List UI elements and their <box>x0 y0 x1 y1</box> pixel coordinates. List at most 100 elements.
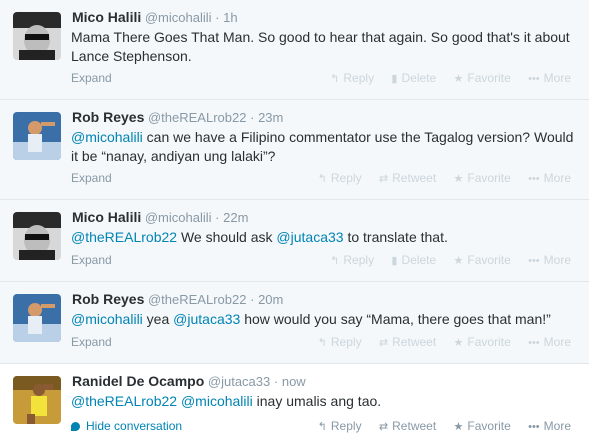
more-action[interactable]: ••• More <box>528 419 571 433</box>
tweet-actions: ↰ Reply ⇄ Retweet ★ Favorite ••• More <box>304 335 571 349</box>
author-username[interactable]: @micohalili <box>145 10 212 25</box>
retweet-icon: ⇄ <box>378 421 389 433</box>
retweet-icon: ⇄ <box>378 173 389 185</box>
tweet-header: Mico Halili @micohalili · 22m <box>72 209 248 225</box>
favorite-action[interactable]: ★ Favorite <box>454 419 511 433</box>
author-name[interactable]: Rob Reyes <box>72 109 144 125</box>
author-username[interactable]: @micohalili <box>145 210 212 225</box>
reply-icon: ↰ <box>317 421 327 433</box>
author-name[interactable]: Ranidel De Ocampo <box>72 373 204 389</box>
mention-link[interactable]: @micohalili <box>71 129 143 145</box>
tweet-footer: Expand ↰ Reply ⇄ Retweet ★ Favorite ••• More <box>71 171 581 185</box>
text-part: can we have a Filipino commentator use t… <box>71 129 574 164</box>
timestamp[interactable]: 22m <box>223 210 248 225</box>
avatar[interactable] <box>13 112 61 160</box>
tweet-footer: Expand ↰ Reply ▮ Delete ★ Favorite ••• More <box>71 71 581 85</box>
reply-label: Reply <box>330 335 362 349</box>
expand-link[interactable]: Expand <box>71 71 112 85</box>
timestamp[interactable]: 20m <box>258 292 283 307</box>
mention-link[interactable]: @jutaca33 <box>276 229 343 245</box>
more-label: More <box>543 253 571 267</box>
separator: · <box>215 10 220 25</box>
more-action[interactable]: ••• More <box>528 253 571 267</box>
hide-conversation-link[interactable]: Hide conversation <box>71 419 182 433</box>
more-action[interactable]: ••• More <box>528 335 571 349</box>
retweet-action[interactable]: ⇄ Retweet <box>379 335 436 349</box>
tweet-footer: Expand ↰ Reply ⇄ Retweet ★ Favorite ••• More <box>71 335 581 349</box>
author-name[interactable]: Rob Reyes <box>72 291 144 307</box>
reply-action[interactable]: ↰ Reply <box>330 253 374 267</box>
expand-link[interactable]: Expand <box>71 171 112 185</box>
mention-link[interactable]: @theREALrob22 <box>71 393 177 409</box>
reply-label: Reply <box>343 253 375 267</box>
more-dots-icon: ••• <box>528 73 540 85</box>
favorite-label: Favorite <box>467 335 511 349</box>
separator: · <box>273 374 279 389</box>
expand-link[interactable]: Expand <box>71 335 112 349</box>
favorite-action[interactable]: ★ Favorite <box>454 335 511 349</box>
tweet-header: Rob Reyes @theREALrob22 · 23m <box>72 109 283 125</box>
author-name[interactable]: Mico Halili <box>72 209 141 225</box>
delete-label: Delete <box>401 253 437 267</box>
text-part: inay umalis ang tao. <box>252 393 382 409</box>
reply-action[interactable]: ↰ Reply <box>318 419 362 433</box>
trash-icon: ▮ <box>391 255 398 267</box>
text-part: We should ask <box>177 229 277 245</box>
tweet-item-active[interactable]: Ranidel De Ocampo @jutaca33 · now @theRE… <box>0 364 589 446</box>
mention-link[interactable]: @micohalili <box>181 393 253 409</box>
avatar[interactable] <box>13 294 61 342</box>
star-icon: ★ <box>453 421 464 433</box>
tweet-item[interactable]: Rob Reyes @theREALrob22 · 23m @micohalil… <box>0 100 589 200</box>
text-part: Mama There Goes That Man. So good to hea… <box>71 29 570 64</box>
reply-action[interactable]: ↰ Reply <box>318 171 362 185</box>
mention-link[interactable]: @jutaca33 <box>173 311 240 327</box>
more-label: More <box>543 171 571 185</box>
avatar[interactable] <box>13 376 61 424</box>
reply-icon: ↰ <box>330 73 340 85</box>
more-action[interactable]: ••• More <box>528 171 571 185</box>
trash-icon: ▮ <box>391 73 398 85</box>
tweet-text: @theREALrob22 We should ask @jutaca33 to… <box>71 228 581 247</box>
favorite-action[interactable]: ★ Favorite <box>454 71 511 85</box>
tweet-footer: Expand ↰ Reply ▮ Delete ★ Favorite ••• More <box>71 253 581 267</box>
author-name[interactable]: Mico Halili <box>72 9 141 25</box>
conversation-icon <box>71 422 80 432</box>
reply-action[interactable]: ↰ Reply <box>318 335 362 349</box>
reply-action[interactable]: ↰ Reply <box>330 71 374 85</box>
star-icon: ★ <box>453 173 464 185</box>
avatar[interactable] <box>13 212 61 260</box>
author-username[interactable]: @theREALrob22 <box>148 292 246 307</box>
favorite-action[interactable]: ★ Favorite <box>454 171 511 185</box>
author-username[interactable]: @theREALrob22 <box>148 110 246 125</box>
more-label: More <box>543 419 571 433</box>
avatar[interactable] <box>13 12 61 60</box>
tweet-footer: Hide conversation ↰ Reply ⇄ Retweet ★ Favor… <box>71 419 581 433</box>
text-part: yea <box>142 311 174 327</box>
retweet-action[interactable]: ⇄ Retweet <box>379 419 436 433</box>
delete-action[interactable]: ▮ Delete <box>391 253 436 267</box>
author-username[interactable]: @jutaca33 <box>208 374 270 389</box>
favorite-action[interactable]: ★ Favorite <box>454 253 511 267</box>
favorite-label: Favorite <box>467 171 511 185</box>
delete-action[interactable]: ▮ Delete <box>391 71 436 85</box>
more-action[interactable]: ••• More <box>528 71 571 85</box>
tweet-item[interactable]: Rob Reyes @theREALrob22 · 20m @micohalil… <box>0 282 589 364</box>
mention-link[interactable]: @theREALrob22 <box>71 229 177 245</box>
tweet-item[interactable]: Mico Halili @micohalili · 1h Mama There … <box>0 0 589 100</box>
favorite-label: Favorite <box>467 71 511 85</box>
separator: · <box>215 210 220 225</box>
timestamp[interactable]: 23m <box>258 110 283 125</box>
reply-icon: ↰ <box>317 337 327 349</box>
tweet-text: @theREALrob22 @micohalili inay umalis an… <box>71 392 581 411</box>
tweet-header: Rob Reyes @theREALrob22 · 20m <box>72 291 283 307</box>
more-dots-icon: ••• <box>528 255 540 267</box>
star-icon: ★ <box>453 73 464 85</box>
timestamp[interactable]: now <box>282 374 306 389</box>
retweet-action[interactable]: ⇄ Retweet <box>379 171 436 185</box>
star-icon: ★ <box>453 337 464 349</box>
expand-link[interactable]: Expand <box>71 253 112 267</box>
tweet-header: Mico Halili @micohalili · 1h <box>72 9 238 25</box>
mention-link[interactable]: @micohalili <box>71 311 143 327</box>
timestamp[interactable]: 1h <box>223 10 237 25</box>
tweet-item[interactable]: Mico Halili @micohalili · 22m @theREALro… <box>0 200 589 282</box>
